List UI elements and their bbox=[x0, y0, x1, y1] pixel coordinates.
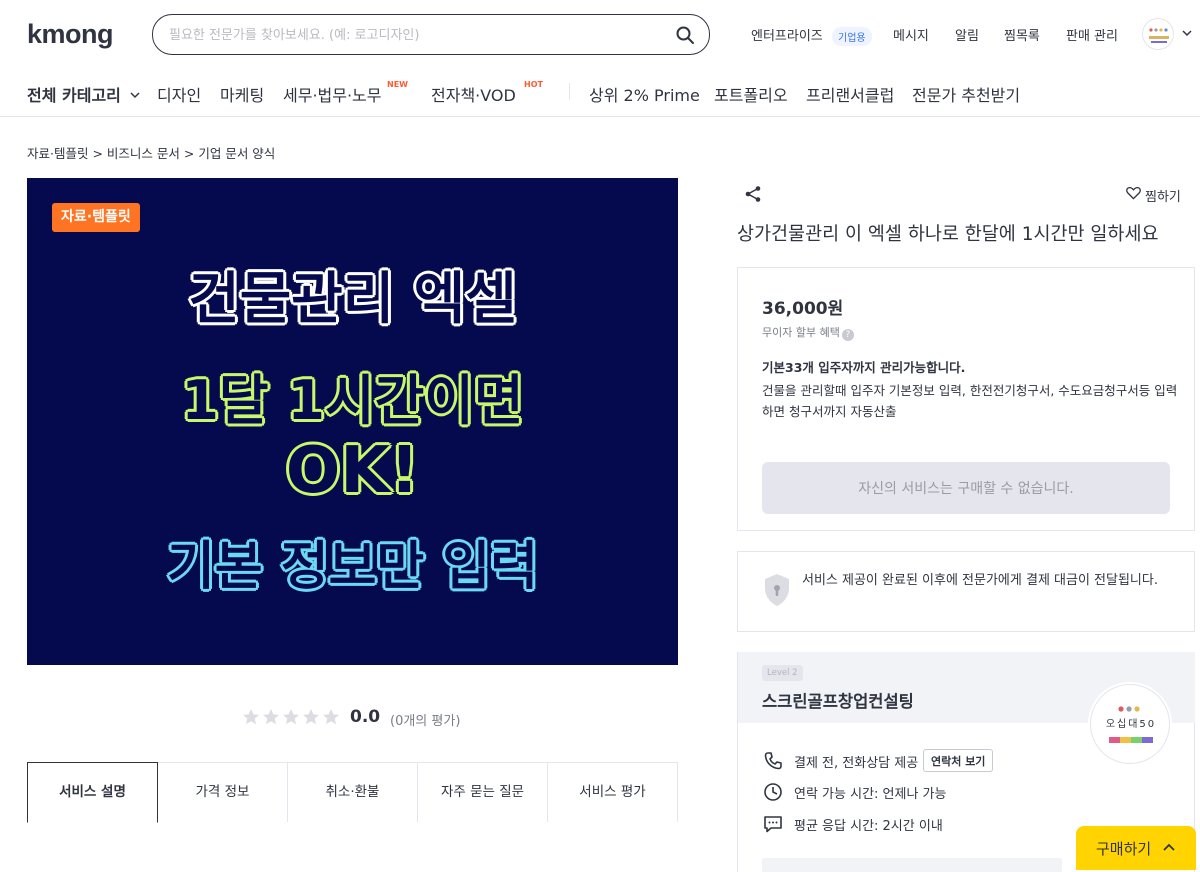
rating-stars-icon bbox=[243, 709, 339, 725]
nav-divider bbox=[569, 83, 570, 100]
package-description: 건물을 관리할때 입주자 기본정보 입력, 한전전기청구서, 수도요금청구서등 … bbox=[762, 383, 1178, 419]
avatar-color-bar bbox=[1109, 737, 1153, 743]
breadcrumb: 자료·템플릿 > 비즈니스 문서 > 기업 문서 양식 bbox=[27, 143, 275, 162]
installment-info[interactable]: 무이자 할부 혜택? bbox=[762, 324, 854, 341]
avatar-bar-2 bbox=[1151, 41, 1167, 43]
level-badge: Level 2 bbox=[762, 665, 803, 681]
avatar-dots bbox=[1118, 706, 1140, 712]
avatar-bar bbox=[1149, 36, 1169, 39]
phone-icon bbox=[764, 752, 782, 770]
category-freelancer-club[interactable]: 프리랜서클럽 bbox=[806, 82, 894, 106]
expert-box-footer bbox=[762, 858, 1062, 872]
breadcrumb-item[interactable]: 비즈니스 문서 bbox=[107, 146, 180, 161]
price: 36,000원 bbox=[762, 299, 844, 319]
gig-thumbnail[interactable]: 자료·템플릿 건물관리 엑셀 1달 1시간이면 OK! 기본 정보만 입력 bbox=[27, 178, 678, 665]
search-bar[interactable] bbox=[152, 14, 710, 55]
hero-line-1: 건물관리 엑셀 bbox=[188, 267, 517, 332]
chevron-down-icon bbox=[130, 92, 140, 99]
category-marketing[interactable]: 마케팅 bbox=[220, 82, 264, 106]
breadcrumb-separator: > bbox=[92, 146, 107, 161]
tab-cancel-refund[interactable]: 취소·환불 bbox=[287, 762, 418, 822]
shield-lock-icon bbox=[765, 574, 789, 606]
tab-service-description[interactable]: 서비스 설명 bbox=[27, 762, 158, 823]
rating-score: 0.0 bbox=[350, 707, 381, 727]
contact-time-text: 연락 가능 시간: 언제나 가능 bbox=[794, 787, 947, 802]
breadcrumb-separator: > bbox=[183, 146, 199, 161]
rating-count: (0개의 평가) bbox=[390, 714, 461, 729]
new-badge: NEW bbox=[387, 80, 408, 89]
nav-sales[interactable]: 판매 관리 bbox=[1066, 25, 1118, 44]
nav-alarm[interactable]: 알림 bbox=[955, 25, 979, 44]
category-ebook-vod[interactable]: 전자책·VOD bbox=[431, 82, 516, 106]
kmong-logo[interactable]: kmong bbox=[27, 19, 114, 50]
search-icon[interactable] bbox=[675, 25, 695, 45]
category-portfolio[interactable]: 포트폴리오 bbox=[714, 82, 788, 106]
avatar-dots bbox=[1149, 28, 1168, 32]
chat-icon bbox=[764, 816, 782, 833]
breadcrumb-item[interactable]: 자료·템플릿 bbox=[27, 146, 88, 161]
share-icon[interactable] bbox=[744, 185, 762, 203]
consult-text: 결제 전, 전화상담 제공 bbox=[794, 756, 919, 771]
view-contact-button[interactable]: 연락처 보기 bbox=[923, 749, 994, 772]
enterprise-badge: 기업용 bbox=[832, 27, 872, 46]
hero-line-4: 기본 정보만 입력 bbox=[166, 537, 539, 597]
category-prime[interactable]: 상위 2% Prime bbox=[589, 82, 700, 106]
user-avatar[interactable] bbox=[1142, 18, 1174, 50]
response-time-text: 평균 응답 시간: 2시간 이내 bbox=[794, 819, 943, 834]
category-all-label: 전체 카테고리 bbox=[27, 86, 121, 105]
category-tag: 자료·템플릿 bbox=[52, 203, 140, 232]
package-title: 기본33개 입주자까지 관리가능합니다. bbox=[762, 360, 966, 375]
category-all[interactable]: 전체 카테고리 bbox=[27, 82, 141, 106]
installment-label: 무이자 할부 혜택 bbox=[762, 326, 840, 339]
breadcrumb-item[interactable]: 기업 문서 양식 bbox=[198, 146, 275, 161]
search-input[interactable] bbox=[169, 24, 649, 46]
tab-faq[interactable]: 자주 묻는 질문 bbox=[417, 762, 548, 822]
hero-line-2: 1달 1시간이면 bbox=[181, 369, 524, 432]
purchase-disabled-button: 자신의 서비스는 구매할 수 없습니다. bbox=[762, 462, 1170, 514]
help-icon[interactable]: ? bbox=[841, 329, 854, 341]
tab-price-info[interactable]: 가격 정보 bbox=[157, 762, 288, 822]
category-tax-law[interactable]: 세무·법무·노무 bbox=[283, 82, 382, 106]
hero-line-3: OK! bbox=[285, 434, 420, 508]
header: kmong 엔터프라이즈 기업용 메시지 알림 찜목록 판매 관리 전체 카테고… bbox=[0, 0, 1200, 117]
category-design[interactable]: 디자인 bbox=[157, 82, 201, 106]
clock-icon bbox=[764, 783, 782, 801]
detail-tabs: 서비스 설명 가격 정보 취소·환불 자주 묻는 질문 서비스 평가 bbox=[27, 762, 678, 823]
tab-reviews[interactable]: 서비스 평가 bbox=[547, 762, 678, 822]
favorite-label: 찜하기 bbox=[1145, 190, 1181, 205]
expert-name[interactable]: 스크린골프창업컨설팅 bbox=[762, 688, 914, 712]
guarantee-text: 서비스 제공이 완료된 이후에 전문가에게 결제 대금이 전달됩니다. bbox=[802, 573, 1158, 588]
chevron-down-icon[interactable] bbox=[1181, 28, 1193, 38]
category-expert-recommend[interactable]: 전문가 추천받기 bbox=[912, 82, 1020, 106]
guarantee-box bbox=[737, 551, 1195, 632]
nav-enterprise[interactable]: 엔터프라이즈 bbox=[751, 25, 823, 44]
expert-avatar[interactable]: 오십대50 bbox=[1090, 684, 1170, 764]
nav-favorites[interactable]: 찜목록 bbox=[1004, 25, 1040, 44]
nav-message[interactable]: 메시지 bbox=[893, 25, 929, 44]
floating-buy-button[interactable]: 구매하기 bbox=[1076, 826, 1196, 870]
chevron-up-icon bbox=[1163, 843, 1175, 851]
gig-title: 상가건물관리 이 엑셀 하나로 한달에 1시간만 일하세요 bbox=[737, 224, 1159, 245]
buy-button-label: 구매하기 bbox=[1096, 839, 1152, 858]
hot-badge: HOT bbox=[524, 80, 543, 89]
heart-icon bbox=[1126, 187, 1141, 200]
avatar-text: 오십대50 bbox=[1105, 719, 1157, 730]
